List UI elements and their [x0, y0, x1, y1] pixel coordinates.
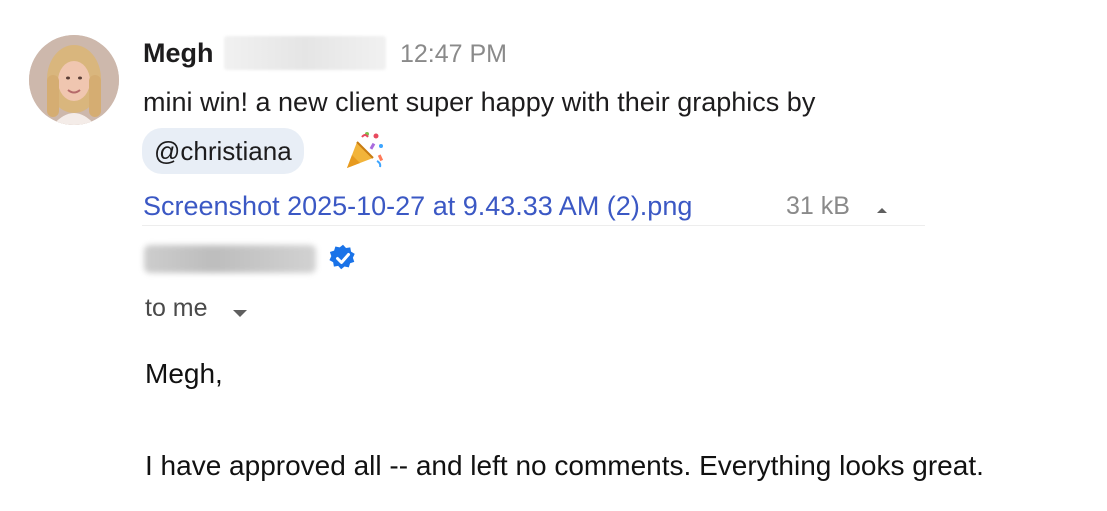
attachment-filename-link[interactable]: Screenshot 2025-10-27 at 9.43.33 AM (2).… [143, 191, 692, 222]
avatar-photo [29, 35, 119, 125]
message-text: mini win! a new client super happy with … [143, 87, 816, 117]
message-author[interactable]: Megh [143, 38, 214, 69]
email-salutation: Megh, [145, 358, 223, 389]
verified-badge-icon [329, 244, 357, 272]
redacted-sender-address [144, 245, 316, 273]
email-body: I have approved all -- and left no comme… [145, 450, 984, 481]
recipients-toggle[interactable]: to me [145, 294, 208, 323]
redacted-author-surname [224, 36, 386, 70]
message-view: Megh 12:47 PM mini win! a new client sup… [0, 0, 1107, 511]
party-popper-icon [343, 128, 387, 172]
user-mention[interactable]: @christiana [142, 128, 304, 174]
chevron-down-icon[interactable] [232, 305, 248, 317]
caret-up-icon[interactable] [875, 202, 889, 213]
message-timestamp[interactable]: 12:47 PM [400, 40, 507, 69]
attachment-size: 31 kB [786, 192, 850, 220]
avatar[interactable] [29, 35, 119, 125]
divider [142, 225, 925, 226]
